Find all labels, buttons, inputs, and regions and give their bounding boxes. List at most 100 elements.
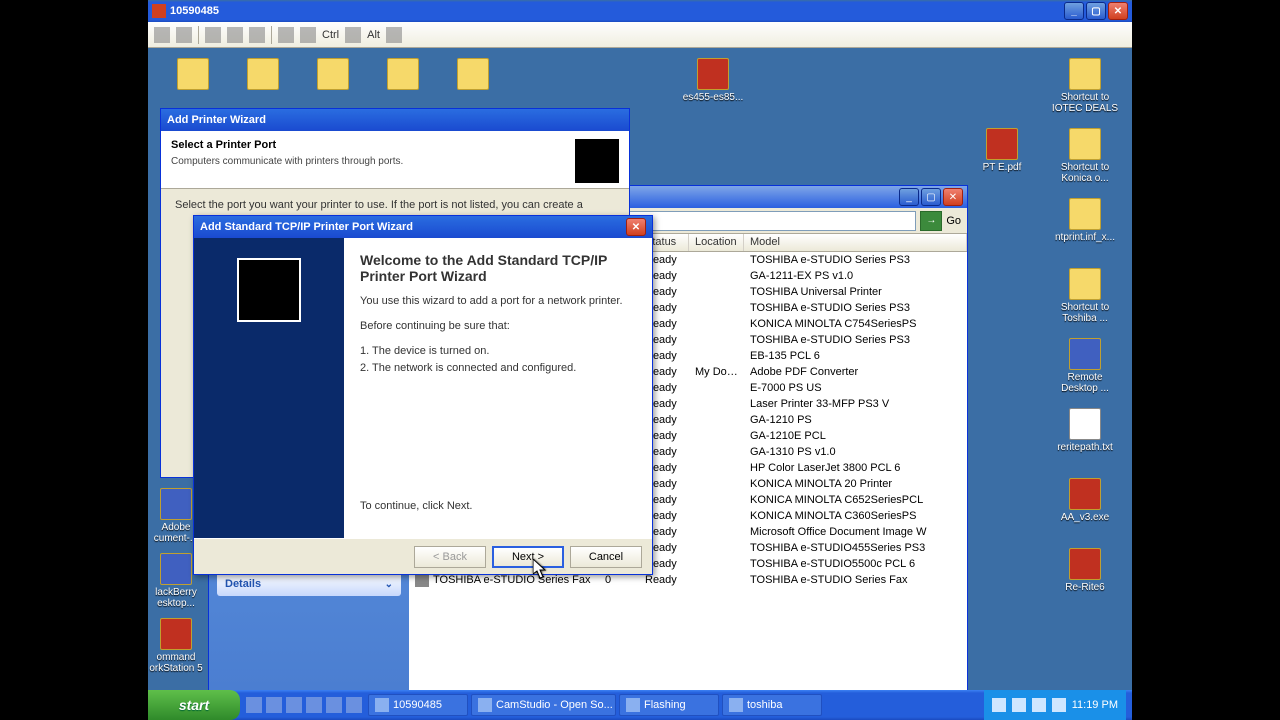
wizard-text: Before continuing be sure that: (360, 319, 636, 334)
desktop-folder[interactable] (368, 58, 438, 92)
wizard-titlebar[interactable]: Add Printer Wizard (161, 109, 629, 131)
quick-launch (240, 697, 368, 713)
icon-label: Adobe cument-... (154, 522, 198, 544)
toolbar-icon[interactable] (227, 27, 243, 43)
desktop-shortcut[interactable]: Shortcut to IOTEC DEALS (1050, 58, 1120, 114)
quicklaunch-icon[interactable] (326, 697, 342, 713)
close-button[interactable]: ✕ (1108, 2, 1128, 20)
remote-session-window: 10590485 _ ▢ ✕ Ctrl Alt es455-es85... Sh… (148, 0, 1132, 720)
quicklaunch-icon[interactable] (306, 697, 322, 713)
wizard-body-text: Select the port you want your printer to… (175, 199, 583, 211)
cell-name: TOSHIBA e-STUDIO Series Fax (433, 574, 591, 586)
task-icon (375, 698, 389, 712)
remote-desktop[interactable]: es455-es85... Shortcut to IOTEC DEALS Sh… (148, 48, 1132, 720)
cell-model: Laser Printer 33-MFP PS3 V (744, 398, 967, 410)
cell-model: HP Color LaserJet 3800 PCL 6 (744, 462, 967, 474)
tcpip-port-wizard[interactable]: Add Standard TCP/IP Printer Port Wizard … (193, 215, 653, 575)
desktop-file[interactable]: es455-es85... (678, 58, 748, 103)
desktop-folder[interactable] (228, 58, 298, 92)
close-button[interactable]: ✕ (626, 218, 646, 236)
cell-model: TOSHIBA e-STUDIO455Series PS3 (744, 542, 967, 554)
wizard-title: Add Standard TCP/IP Printer Port Wizard (200, 221, 413, 233)
cell-model: KONICA MINOLTA C652SeriesPCL (744, 494, 967, 506)
outer-titlebar[interactable]: 10590485 _ ▢ ✕ (148, 0, 1132, 22)
chevron-down-icon[interactable]: ⌄ (385, 579, 393, 590)
separator (271, 26, 272, 44)
quicklaunch-icon[interactable] (286, 697, 302, 713)
alt-key-label[interactable]: Alt (367, 29, 380, 41)
tray-icon[interactable] (1052, 698, 1066, 712)
back-button[interactable]: < Back (414, 546, 486, 568)
taskbar-task[interactable]: CamStudio - Open So... (471, 694, 616, 716)
tray-icon[interactable] (1012, 698, 1026, 712)
clock[interactable]: 11:19 PM (1072, 699, 1118, 711)
minimize-button[interactable]: _ (1064, 2, 1084, 20)
taskbar[interactable]: start 10590485CamStudio - Open So...Flas… (148, 690, 1132, 720)
toolbar-icon[interactable] (278, 27, 294, 43)
wizard-subheading: Computers communicate with printers thro… (171, 156, 403, 167)
system-tray[interactable]: 11:19 PM (984, 690, 1126, 720)
toolbar-icon[interactable] (386, 27, 402, 43)
maximize-button[interactable]: ▢ (921, 188, 941, 206)
quicklaunch-icon[interactable] (266, 697, 282, 713)
wizard-continue-text: To continue, click Next. (360, 499, 636, 514)
desktop-file[interactable]: reritepath.txt (1050, 408, 1120, 453)
printer-icon (575, 139, 619, 183)
col-model[interactable]: Model (744, 234, 967, 251)
desktop-folder[interactable] (158, 58, 228, 92)
toolbar-icon[interactable] (300, 27, 316, 43)
desktop-shortcut[interactable]: Shortcut to Konica o... (1050, 128, 1120, 184)
desktop-shortcut[interactable]: ntprint.inf_x... (1050, 198, 1120, 243)
start-button[interactable]: start (148, 690, 240, 720)
maximize-button[interactable]: ▢ (1086, 2, 1106, 20)
desktop-folder[interactable] (298, 58, 368, 92)
col-location[interactable]: Location (689, 234, 744, 251)
cell-model: GA-1210E PCL (744, 430, 967, 442)
cell-model: EB-135 PCL 6 (744, 350, 967, 362)
go-label: Go (946, 215, 961, 227)
minimize-button[interactable]: _ (899, 188, 919, 206)
ctrl-key-label[interactable]: Ctrl (322, 29, 339, 41)
icon-label: Remote Desktop ... (1061, 372, 1109, 394)
cell-model: TOSHIBA e-STUDIO Series PS3 (744, 334, 967, 346)
task-icon (626, 698, 640, 712)
toolbar-icon[interactable] (154, 27, 170, 43)
desktop-folder[interactable] (438, 58, 508, 92)
desktop-shortcut[interactable]: Shortcut to Toshiba ... (1050, 268, 1120, 324)
toolbar-icon[interactable] (249, 27, 265, 43)
wizard-bullet: 2. The network is connected and configur… (360, 361, 636, 376)
tray-icon[interactable] (992, 698, 1006, 712)
task-icon (478, 698, 492, 712)
taskbar-task[interactable]: Flashing (619, 694, 719, 716)
cell-model: TOSHIBA e-STUDIO5500c PCL 6 (744, 558, 967, 570)
desktop-shortcut[interactable]: Remote Desktop ... (1050, 338, 1120, 394)
quicklaunch-icon[interactable] (246, 697, 262, 713)
cancel-button[interactable]: Cancel (570, 546, 642, 568)
tray-icon[interactable] (1032, 698, 1046, 712)
cell-model: Microsoft Office Document Image W (744, 526, 967, 538)
taskbar-task[interactable]: 10590485 (368, 694, 468, 716)
icon-label: lackBerry esktop... (155, 587, 197, 609)
desktop-file[interactable]: Re-Rite6 (1050, 548, 1120, 593)
icon-label: PT E.pdf (983, 162, 1022, 173)
quicklaunch-icon[interactable] (346, 697, 362, 713)
cell-model: KONICA MINOLTA 20 Printer (744, 478, 967, 490)
task-icon (729, 698, 743, 712)
wizard-text: You use this wizard to add a port for a … (360, 294, 636, 309)
desktop-file[interactable]: PT E.pdf (967, 128, 1037, 173)
go-button[interactable]: → (920, 211, 942, 231)
taskbar-task[interactable]: toshiba (722, 694, 822, 716)
toolbar-icon[interactable] (176, 27, 192, 43)
close-button[interactable]: ✕ (943, 188, 963, 206)
icon-label: es455-es85... (683, 92, 744, 103)
toolbar-icon[interactable] (345, 27, 361, 43)
wizard-titlebar[interactable]: Add Standard TCP/IP Printer Port Wizard … (194, 216, 652, 238)
sidebar-panel[interactable]: Details⌄ (217, 572, 401, 596)
toolbar-icon[interactable] (205, 27, 221, 43)
next-button[interactable]: Next > (492, 546, 564, 568)
printer-icon (237, 258, 301, 322)
cell-model: GA-1310 PS v1.0 (744, 446, 967, 458)
cell-model: GA-1211-EX PS v1.0 (744, 270, 967, 282)
desktop-file[interactable]: AA_v3.exe (1050, 478, 1120, 523)
desktop-shortcut[interactable]: ommand orkStation 5 (148, 618, 204, 674)
